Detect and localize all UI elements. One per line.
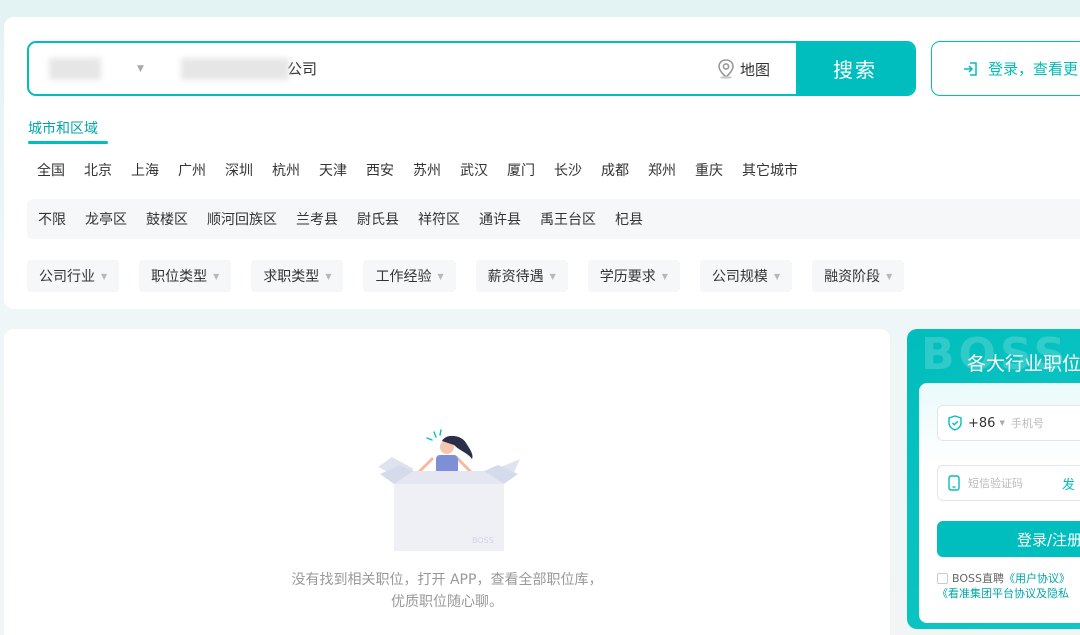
city-option[interactable]: 长沙 bbox=[554, 160, 582, 180]
district-option[interactable]: 兰考县 bbox=[296, 209, 338, 229]
phone-placeholder: 手机号 bbox=[1010, 417, 1044, 430]
filter-dropdown[interactable]: 学历要求 ▼ bbox=[587, 260, 680, 292]
chevron-down-icon: ▼ bbox=[101, 271, 108, 281]
district-option[interactable]: 禹王台区 bbox=[540, 209, 596, 229]
filter-dropdowns: 公司行业 ▼ 职位类型 ▼ 求职类型 ▼ 工作经验 ▼ 薪资待遇 ▼ 学历要求 ▼ 公司规模 ▼ 融资阶段 ▼ bbox=[27, 260, 924, 292]
city-option[interactable]: 苏州 bbox=[413, 160, 441, 180]
chevron-down-icon: ▼ bbox=[137, 63, 144, 74]
chevron-down-icon: ▼ bbox=[773, 271, 781, 281]
search-keyword-text: 公司 bbox=[287, 60, 318, 78]
phone-field[interactable]: +86 ▼ 手机号 bbox=[937, 405, 1080, 441]
tab-city-district[interactable]: 城市和区域 bbox=[28, 118, 98, 138]
filter-dropdown[interactable]: 薪资待遇 ▼ bbox=[475, 260, 568, 292]
chevron-down-icon: ▼ bbox=[437, 271, 444, 281]
city-option[interactable]: 北京 bbox=[84, 160, 112, 180]
chevron-down-icon: ▼ bbox=[886, 271, 893, 281]
filter-dropdown[interactable]: 公司规模 ▼ bbox=[699, 260, 793, 292]
agree-checkbox[interactable] bbox=[937, 573, 948, 584]
city-list: 全国 北京 上海 广州 深圳 杭州 天津 西安 苏州 武汉 厦门 长沙 成都 郑州 重庆 其它城市 bbox=[37, 160, 817, 180]
search-bar: ▼ 公司 地图 搜索 bbox=[27, 41, 916, 96]
send-code-button[interactable]: 发 bbox=[1062, 474, 1075, 493]
job-results-panel: BOSS 没有找到相关职位，打开 APP，查看全部职位库， 优质职位随心聊。 bbox=[4, 329, 890, 635]
sms-code-placeholder: 短信验证码 bbox=[968, 477, 1023, 490]
district-option[interactable]: 通许县 bbox=[479, 209, 521, 229]
keyword-redacted bbox=[181, 57, 289, 80]
city-option[interactable]: 重庆 bbox=[695, 160, 723, 180]
district-option[interactable]: 顺河回族区 bbox=[207, 209, 277, 229]
shield-icon bbox=[948, 415, 962, 431]
district-option[interactable]: 杞县 bbox=[615, 209, 643, 229]
city-option[interactable]: 武汉 bbox=[460, 160, 488, 180]
empty-state-line-2: 优质职位随心聊。 bbox=[391, 594, 503, 610]
login-label: 登录，查看更 bbox=[988, 60, 1079, 78]
filter-dropdown[interactable]: 融资阶段 ▼ bbox=[812, 260, 905, 292]
district-option[interactable]: 尉氏县 bbox=[357, 209, 399, 229]
filter-label: 融资阶段 bbox=[824, 269, 881, 285]
city-option[interactable]: 西安 bbox=[366, 160, 394, 180]
filter-dropdown[interactable]: 工作经验 ▼ bbox=[363, 260, 456, 292]
filter-label: 职位类型 bbox=[151, 269, 208, 285]
city-option[interactable]: 厦门 bbox=[507, 160, 535, 180]
user-agreement-link[interactable]: 《用户协议》 bbox=[1004, 572, 1070, 585]
district-option[interactable]: 祥符区 bbox=[418, 209, 460, 229]
city-selector[interactable]: ▼ bbox=[39, 54, 159, 83]
search-button[interactable]: 搜索 bbox=[796, 43, 914, 94]
city-option[interactable]: 全国 bbox=[37, 160, 65, 180]
map-button[interactable]: 地图 bbox=[717, 55, 770, 83]
filter-label: 薪资待遇 bbox=[487, 269, 544, 285]
empty-state-illustration: BOSS bbox=[374, 429, 524, 558]
filter-dropdown[interactable]: 求职类型 ▼ bbox=[251, 260, 344, 292]
city-option[interactable]: 广州 bbox=[178, 160, 206, 180]
country-code-select[interactable]: +86 bbox=[968, 416, 995, 431]
map-label: 地图 bbox=[740, 60, 771, 79]
filter-label: 公司行业 bbox=[39, 269, 95, 285]
district-list: 不限 龙亭区 鼓楼区 顺河回族区 兰考县 尉氏县 祥符区 通许县 禹王台区 杞县 bbox=[27, 199, 1080, 239]
empty-state-line-1: 没有找到相关职位，打开 APP，查看全部职位库， bbox=[291, 572, 603, 588]
box-label: BOSS bbox=[472, 536, 494, 545]
filter-label: 公司规模 bbox=[711, 269, 768, 285]
city-option[interactable]: 成都 bbox=[601, 160, 629, 180]
city-option[interactable]: 天津 bbox=[319, 160, 347, 180]
filter-dropdown[interactable]: 职位类型 ▼ bbox=[139, 260, 232, 292]
district-option[interactable]: 不限 bbox=[38, 209, 66, 229]
login-register-button[interactable]: 登录/注册 bbox=[937, 521, 1080, 557]
location-pin-icon bbox=[718, 59, 734, 79]
agreement: BOSS直聘《用户协议》 《看准集团平台协议及隐私 bbox=[937, 571, 1070, 601]
agree-prefix: BOSS直聘 bbox=[952, 572, 1004, 585]
filter-label: 工作经验 bbox=[375, 269, 432, 285]
chevron-down-icon: ▼ bbox=[661, 271, 668, 281]
search-input[interactable]: 公司 bbox=[181, 54, 317, 83]
city-option[interactable]: 其它城市 bbox=[742, 160, 798, 180]
city-value-redacted bbox=[49, 57, 101, 80]
district-option[interactable]: 鼓楼区 bbox=[146, 209, 188, 229]
filter-label: 学历要求 bbox=[599, 269, 656, 285]
privacy-agreement-link[interactable]: 《看准集团平台协议及隐私 bbox=[937, 587, 1069, 600]
chevron-down-icon: ▼ bbox=[213, 271, 220, 281]
chevron-down-icon: ▼ bbox=[549, 271, 556, 281]
city-option[interactable]: 郑州 bbox=[648, 160, 676, 180]
login-form: +86 ▼ 手机号 短信验证码 发 登录/注册 BOSS直聘《用户协议》 《看准… bbox=[919, 383, 1080, 623]
city-option[interactable]: 杭州 bbox=[272, 160, 300, 180]
city-option[interactable]: 上海 bbox=[131, 160, 159, 180]
sidebar-title: 各大行业职位任 bbox=[967, 353, 1080, 375]
chevron-down-icon: ▼ bbox=[325, 271, 332, 281]
district-option[interactable]: 龙亭区 bbox=[85, 209, 127, 229]
filter-dropdown[interactable]: 公司行业 ▼ bbox=[27, 260, 120, 292]
filter-label: 求职类型 bbox=[263, 269, 320, 285]
search-filter-card: ▼ 公司 地图 搜索 登录，查看更 城市和区域 全国 北京 上海 广州 深圳 杭州 天津 西安… bbox=[4, 17, 1080, 309]
tab-underline bbox=[28, 141, 108, 144]
login-icon bbox=[964, 61, 977, 76]
city-option[interactable]: 深圳 bbox=[225, 160, 253, 180]
chevron-down-icon: ▼ bbox=[999, 419, 1005, 427]
empty-state-message: 没有找到相关职位，打开 APP，查看全部职位库， 优质职位随心聊。 bbox=[4, 569, 890, 613]
phone-icon bbox=[948, 475, 960, 491]
sms-code-field[interactable]: 短信验证码 发 bbox=[937, 465, 1080, 501]
quick-login-card: BOSS 各大行业职位任 +86 ▼ 手机号 短信验证码 发 登录/注册 BOS… bbox=[907, 329, 1080, 629]
login-button[interactable]: 登录，查看更 bbox=[931, 41, 1080, 96]
